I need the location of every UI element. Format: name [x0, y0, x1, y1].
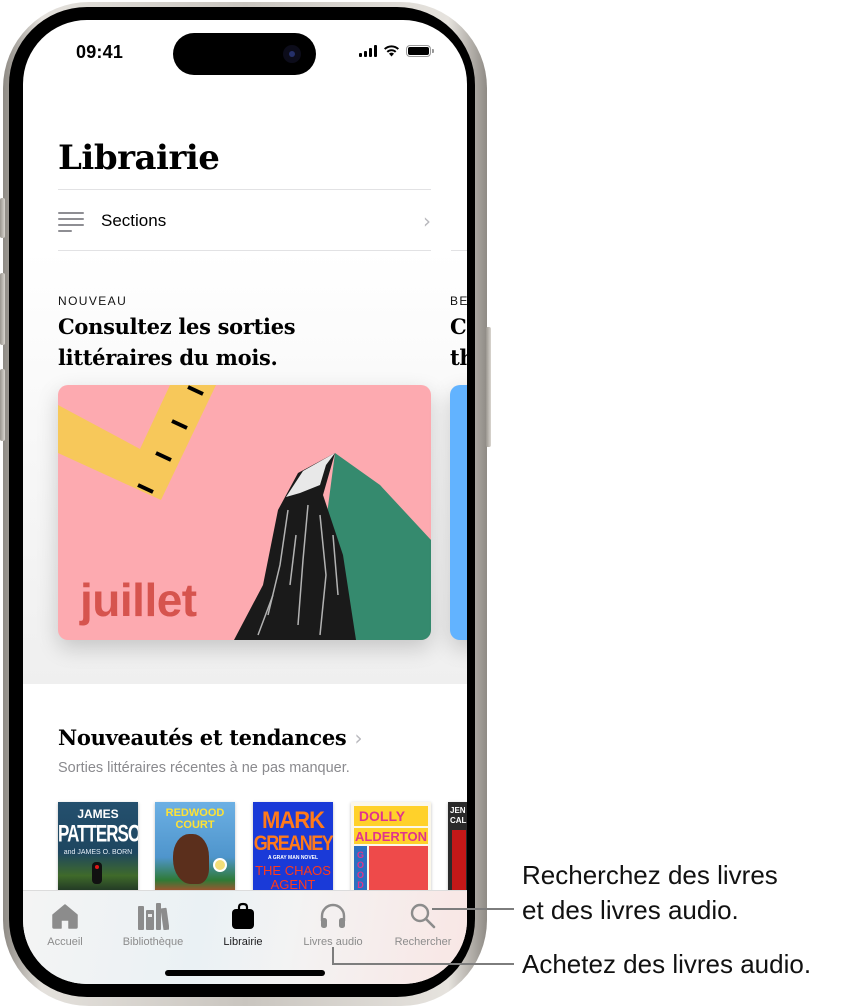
- cover-illustration: [369, 846, 428, 894]
- book-text: MARK: [262, 805, 325, 834]
- book-cover[interactable]: JAMES PATTERSON and JAMES O. BORN: [58, 802, 138, 894]
- card-month-label: juillet: [80, 574, 197, 626]
- callout-line-audio-horizontal: [332, 963, 514, 965]
- new-trending-title-text: Nouveautés et tendances: [58, 725, 347, 750]
- list-icon: [58, 210, 86, 232]
- sections-row[interactable]: Sections ›: [58, 190, 431, 251]
- book-text: JEN CAL: [450, 806, 466, 826]
- featured-title-line: littéraires du mois.: [58, 345, 278, 370]
- book-text: JAMES: [77, 807, 119, 821]
- tab-label: Librairie: [223, 936, 263, 948]
- callout-audiobooks: Achetez des livres audio.: [522, 949, 812, 979]
- tab-bookstore[interactable]: Librairie: [199, 901, 287, 948]
- red-dot: [95, 865, 99, 869]
- callout-search-line: Recherchez des livres: [522, 860, 778, 890]
- book-text-line: JEN: [450, 806, 466, 815]
- book-text-line: CAL: [450, 816, 467, 825]
- featured-title[interactable]: Consultez les sorties littéraires du moi…: [58, 311, 296, 373]
- home-indicator[interactable]: [165, 970, 325, 976]
- book-cover[interactable]: JEN CAL: [448, 802, 467, 894]
- featured-title-line: th: [450, 345, 467, 370]
- callout-search-line: et des livres audio.: [522, 895, 739, 925]
- tab-label: Bibliothèque: [122, 936, 184, 948]
- book-text: DOLLY: [358, 808, 406, 824]
- chevron-right-icon: ›: [354, 725, 363, 750]
- featured-eyebrow: NOUVEAU: [58, 294, 128, 308]
- ruler-shape: [58, 385, 216, 500]
- book-cover[interactable]: MARK GREANEY A GRAY MAN NOVEL THE CHAOS …: [253, 802, 333, 894]
- page-title: Librairie: [58, 138, 220, 178]
- book-text: THE CHAOS: [255, 863, 331, 878]
- new-trending-subtitle: Sorties littéraires récentes à ne pas ma…: [58, 760, 350, 776]
- callout-search: Recherchez des livres et des livres audi…: [522, 858, 778, 928]
- tab-home[interactable]: Accueil: [23, 901, 109, 948]
- tab-library[interactable]: Bibliothèque: [109, 901, 197, 948]
- side-button: [486, 327, 491, 447]
- volume-up-button: [0, 273, 5, 345]
- home-icon: [52, 904, 78, 929]
- wifi-icon: [384, 45, 399, 57]
- book-text: A GRAY MAN NOVEL: [267, 855, 319, 861]
- tab-label: Accueil: [47, 936, 83, 948]
- book-text: GOOD: [356, 850, 364, 890]
- chevron-right-icon: ›: [423, 208, 431, 233]
- featured-card-next[interactable]: [450, 385, 467, 640]
- featured-eyebrow: BE: [450, 294, 467, 308]
- new-trending-title[interactable]: Nouveautés et tendances ›: [58, 725, 362, 750]
- headphones-icon: [320, 903, 346, 928]
- sections-label: Sections: [101, 210, 167, 230]
- front-camera: [283, 45, 301, 63]
- dynamic-island: [173, 33, 316, 75]
- featured-title-line: Consultez les sorties: [58, 314, 296, 339]
- cellular-signal-icon: [359, 44, 377, 57]
- search-icon: [410, 903, 436, 929]
- battery-icon: [406, 44, 434, 57]
- featured-title-line: C: [450, 314, 467, 339]
- bag-icon: [232, 902, 254, 929]
- award-seal: [213, 858, 227, 872]
- featured-card-july[interactable]: juillet: [58, 385, 431, 640]
- book-cover[interactable]: REDWOOD COURT: [155, 802, 235, 894]
- book-text: and JAMES O. BORN: [63, 849, 133, 856]
- book-text: COURT: [175, 819, 215, 831]
- cover-red-text: [452, 830, 466, 890]
- tab-audiobooks[interactable]: Livres audio: [289, 901, 377, 948]
- tab-label: Rechercher: [394, 936, 452, 948]
- book-text: ALDERTON: [355, 829, 427, 844]
- featured-title[interactable]: C th: [450, 311, 467, 373]
- library-icon: [138, 903, 169, 930]
- book-text: REDWOOD: [165, 807, 225, 819]
- book-text: GREANEY: [253, 830, 333, 855]
- callout-line-search: [432, 908, 514, 910]
- status-icons: [359, 44, 434, 57]
- status-time: 09:41: [76, 42, 124, 62]
- volume-down-button: [0, 369, 5, 441]
- phone-screen: 09:41 Librairie Sections › NOUVEAU Consu…: [23, 20, 467, 984]
- portrait-silhouette: [173, 834, 209, 884]
- action-button: [0, 198, 5, 238]
- book-cover[interactable]: DOLLY ALDERTON GOOD: [351, 802, 431, 894]
- book-text: PATTERSON: [58, 820, 138, 848]
